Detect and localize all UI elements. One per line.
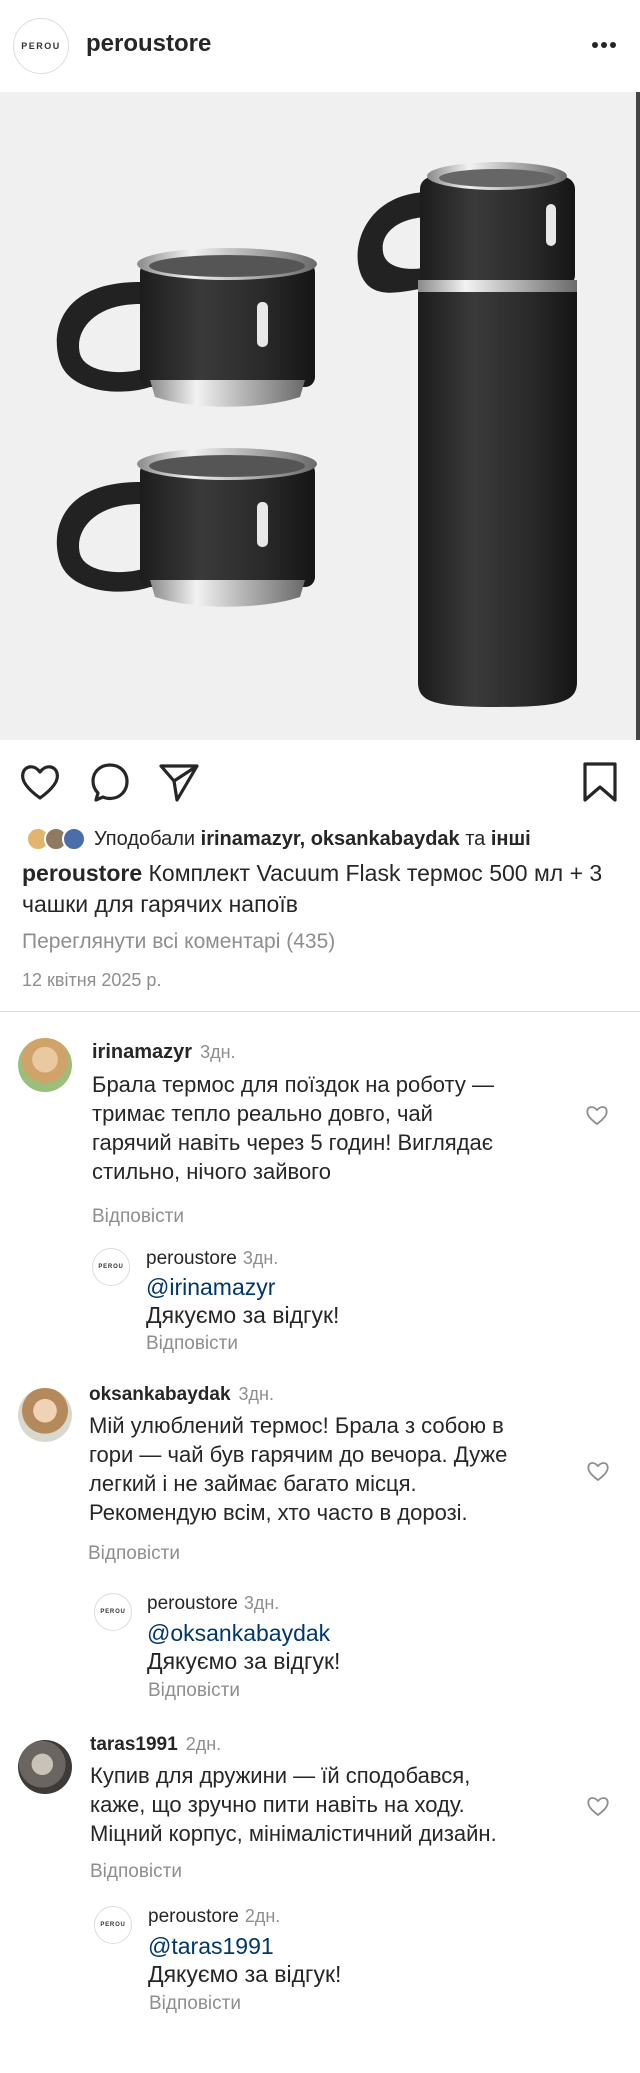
- thermos-illustration: [56, 92, 640, 740]
- post-header: PEROU peroustore: [0, 0, 640, 92]
- view-all-comments-link[interactable]: Переглянути всі коментарі (435): [22, 930, 335, 954]
- reply-username[interactable]: peroustore 3дн.: [147, 1593, 279, 1615]
- post-caption: peroustore Комплект Vacuum Flask термос …: [22, 858, 622, 920]
- reply-button[interactable]: Відповісти: [92, 1206, 184, 1228]
- cup-top: [56, 248, 317, 407]
- comment-text: Мій улюблений термос! Брала з собою в гор…: [89, 1413, 508, 1525]
- avatar[interactable]: [18, 1388, 72, 1442]
- reply-text: Дякуємо за відгук!: [148, 1961, 342, 1987]
- post-actions: [0, 740, 640, 822]
- store-avatar-small[interactable]: PEROU: [94, 1593, 132, 1631]
- reply-mention[interactable]: @oksankabaydak: [147, 1620, 330, 1647]
- caption-username[interactable]: peroustore: [22, 860, 142, 886]
- flask: [357, 162, 577, 707]
- save-bookmark-icon[interactable]: [578, 760, 622, 804]
- store-avatar[interactable]: PEROU: [13, 18, 69, 74]
- reply-mention[interactable]: @taras1991: [148, 1933, 274, 1960]
- product-image[interactable]: [0, 92, 640, 740]
- more-options-icon[interactable]: [586, 30, 622, 60]
- reply-button[interactable]: Відповісти: [146, 1333, 238, 1355]
- store-avatar-small[interactable]: PEROU: [94, 1906, 132, 1944]
- comment-like-heart-icon[interactable]: [585, 1103, 609, 1127]
- reply-username[interactable]: peroustore 3дн.: [146, 1248, 278, 1270]
- likes-others[interactable]: інші: [491, 828, 531, 851]
- comment-time: 3дн.: [238, 1384, 274, 1404]
- comment-like-heart-icon[interactable]: [586, 1794, 610, 1818]
- liker-avatars: [26, 827, 86, 851]
- avatar[interactable]: [18, 1038, 72, 1092]
- post-username[interactable]: peroustore: [86, 30, 211, 58]
- comment-username[interactable]: oksankabaydak 3дн.: [89, 1384, 274, 1406]
- reply-button[interactable]: Відповісти: [90, 1861, 182, 1883]
- likes-conjunction: та: [465, 827, 486, 850]
- store-avatar-small[interactable]: PEROU: [92, 1248, 130, 1286]
- like-heart-icon[interactable]: [18, 760, 62, 804]
- reply-text: Дякуємо за відгук!: [146, 1302, 340, 1328]
- comment-time: 3дн.: [200, 1042, 236, 1062]
- likes-summary[interactable]: Уподобали irinamazyr, oksankabaydak та і…: [26, 823, 531, 855]
- reply-mention[interactable]: @irinamazyr: [146, 1274, 275, 1301]
- comment-time: 2дн.: [185, 1734, 222, 1754]
- reply-text: Дякуємо за відгук!: [147, 1648, 341, 1674]
- likes-users[interactable]: irinamazyr, oksankabaydak: [201, 828, 460, 851]
- comment-text: Купив для дружини — їй сподобався, каже, …: [90, 1763, 497, 1846]
- comment-username[interactable]: irinamazyr 3дн.: [92, 1041, 236, 1064]
- reply-username[interactable]: peroustore 2дн.: [148, 1906, 280, 1928]
- avatar[interactable]: [18, 1740, 72, 1794]
- reply-button[interactable]: Відповісти: [148, 1680, 240, 1702]
- store-logo: PEROU: [21, 41, 61, 51]
- divider: [0, 1011, 640, 1012]
- comment-like-heart-icon[interactable]: [586, 1459, 610, 1483]
- comment-text: Брала термос для поїздок на роботу — трим…: [92, 1072, 494, 1184]
- cup-bottom: [56, 448, 317, 607]
- comment-username[interactable]: taras1991 2дн.: [90, 1734, 221, 1756]
- reply-button[interactable]: Відповісти: [149, 1993, 241, 2015]
- comment-icon[interactable]: [88, 760, 132, 804]
- likes-prefix: Уподобали: [94, 827, 196, 850]
- liker-avatar: [62, 827, 86, 851]
- post-date: 12 квітня 2025 р.: [22, 970, 162, 990]
- reply-button[interactable]: Відповісти: [88, 1543, 180, 1565]
- share-send-icon[interactable]: [157, 760, 201, 804]
